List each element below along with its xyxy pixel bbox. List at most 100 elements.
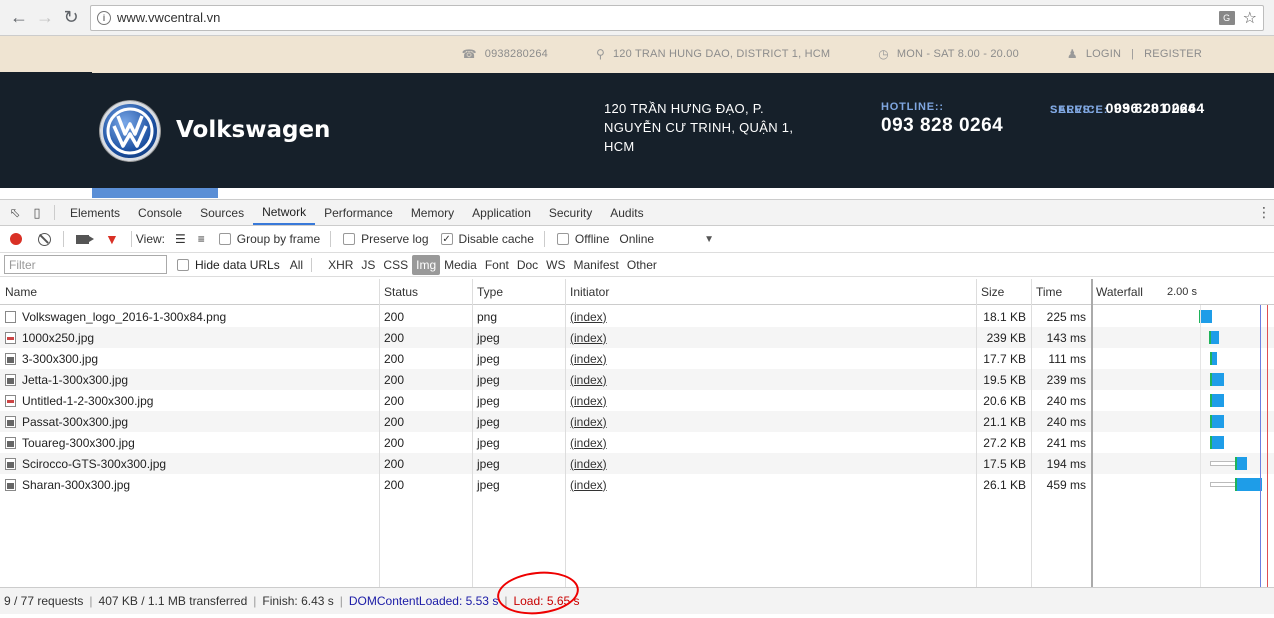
cell-initiator[interactable]: (index) <box>565 411 976 432</box>
clock-icon: ◷ <box>878 47 889 61</box>
checkmark-icon[interactable]: ✓ <box>440 233 453 245</box>
cell-initiator[interactable]: (index) <box>565 327 976 348</box>
cell-name[interactable]: Untitled-1-2-300x300.jpg <box>0 390 378 411</box>
tab-security[interactable]: Security <box>540 200 601 225</box>
type-filter-other[interactable]: Other <box>623 255 661 275</box>
screenshot-icon[interactable] <box>76 234 94 244</box>
tab-audits[interactable]: Audits <box>601 200 652 225</box>
cell-status: 200 <box>384 456 405 471</box>
col-type[interactable]: Type <box>472 279 503 305</box>
dcl-marker <box>1260 305 1261 587</box>
cell-initiator[interactable]: (index) <box>565 432 976 453</box>
hide-data-urls-checkbox[interactable]: Hide data URLs <box>177 258 280 272</box>
info-icon[interactable]: i <box>97 10 111 25</box>
cell-type: jpeg <box>477 477 500 492</box>
table-row[interactable]: Touareg-300x300.jpg 200 jpeg (index) 27.2 KB… <box>0 432 1274 453</box>
col-status[interactable]: Status <box>379 279 418 305</box>
tab-sources[interactable]: Sources <box>191 200 253 225</box>
table-row[interactable]: Untitled-1-2-300x300.jpg 200 jpeg (index) 20… <box>0 390 1274 411</box>
cell-status: 200 <box>384 372 405 387</box>
cell-name[interactable]: 1000x250.jpg <box>0 327 378 348</box>
cell-name[interactable]: Sharan-300x300.jpg <box>0 474 378 495</box>
type-filter-manifest[interactable]: Manifest <box>570 255 623 275</box>
offline-checkbox[interactable]: Offline <box>556 232 609 246</box>
cell-time: 111 ms <box>1048 351 1086 366</box>
type-filter-img[interactable]: Img <box>412 254 441 275</box>
tab-application[interactable]: Application <box>463 200 540 225</box>
cell-name[interactable]: 3-300x300.jpg <box>0 348 378 369</box>
col-initiator[interactable]: Initiator <box>565 279 609 305</box>
table-row[interactable]: Passat-300x300.jpg 200 jpeg (index) 21.1 KB 2… <box>0 411 1274 432</box>
table-row[interactable]: 1000x250.jpg 200 jpeg (index) 239 KB 143 ms <box>0 327 1274 348</box>
bookmark-star-icon[interactable]: ☆ <box>1243 8 1257 28</box>
filter-icon[interactable]: ▼ <box>105 231 119 247</box>
tab-performance[interactable]: Performance <box>315 200 402 225</box>
cell-name[interactable]: Passat-300x300.jpg <box>0 411 378 432</box>
table-row[interactable]: 3-300x300.jpg 200 jpeg (index) 17.7 KB 111 ms <box>0 348 1274 369</box>
requests-table: Name Status Type Initiator Size Time Wat… <box>0 279 1274 587</box>
table-row[interactable]: Volkswagen_logo_2016-1-300x84.png 200 png (… <box>0 306 1274 327</box>
tab-network[interactable]: Network <box>253 200 316 225</box>
cell-name[interactable]: Volkswagen_logo_2016-1-300x84.png <box>0 306 378 327</box>
col-time[interactable]: Time <box>1031 279 1062 305</box>
cell-initiator[interactable]: (index) <box>565 390 976 411</box>
cell-initiator[interactable]: (index) <box>565 474 976 495</box>
throttle-select[interactable]: Online <box>619 232 654 246</box>
table-row[interactable]: Jetta-1-300x300.jpg 200 jpeg (index) 19.5 KB… <box>0 369 1274 390</box>
cell-initiator[interactable]: (index) <box>565 306 976 327</box>
tab-console[interactable]: Console <box>129 200 191 225</box>
cell-name[interactable]: Jetta-1-300x300.jpg <box>0 369 378 390</box>
cell-time: 194 ms <box>1046 456 1086 471</box>
cell-initiator[interactable]: (index) <box>565 369 976 390</box>
record-icon[interactable] <box>10 233 22 245</box>
tab-elements[interactable]: Elements <box>61 200 129 225</box>
type-filter-media[interactable]: Media <box>440 255 481 275</box>
back-button[interactable]: ← <box>6 5 32 31</box>
preserve-log-checkbox[interactable]: Preserve log <box>343 232 429 246</box>
large-rows-icon[interactable]: ☰ <box>175 232 186 246</box>
tab-memory[interactable]: Memory <box>402 200 463 225</box>
type-filter-css[interactable]: CSS <box>379 255 412 275</box>
cell-name[interactable]: Scirocco-GTS-300x300.jpg <box>0 453 378 474</box>
chevron-down-icon[interactable]: ▼ <box>704 234 714 245</box>
table-row[interactable]: Scirocco-GTS-300x300.jpg 200 jpeg (index) 17… <box>0 453 1274 474</box>
cell-initiator[interactable]: (index) <box>565 348 976 369</box>
cell-time: 241 ms <box>1046 435 1086 450</box>
hotline-number[interactable]: 093 828 0264 <box>881 115 1003 137</box>
overview-icon[interactable]: ≡ <box>198 232 205 246</box>
cell-time: 225 ms <box>1046 309 1086 324</box>
type-filter-doc[interactable]: Doc <box>513 255 542 275</box>
cell-name[interactable]: Touareg-300x300.jpg <box>0 432 378 453</box>
url-text[interactable]: www.vwcentral.vn <box>117 10 1219 25</box>
col-waterfall[interactable]: Waterfall <box>1091 279 1143 305</box>
col-size[interactable]: Size <box>976 279 1004 305</box>
vw-logo[interactable] <box>100 101 160 161</box>
type-filter-xhr[interactable]: XHR <box>324 255 357 275</box>
sales-number[interactable]: 093 828 0264 <box>1106 100 1196 116</box>
register-link[interactable]: REGISTER <box>1144 48 1202 60</box>
more-menu-icon[interactable]: ⋮ <box>1254 200 1274 225</box>
type-filter-ws[interactable]: WS <box>542 255 569 275</box>
network-summary: 9 / 77 requests | 407 KB / 1.1 MB transfe… <box>0 587 1274 614</box>
group-by-frame-checkbox[interactable]: Group by frame <box>218 232 320 246</box>
type-filter-all[interactable]: All <box>286 255 307 275</box>
type-filter-js[interactable]: JS <box>357 255 379 275</box>
login-link[interactable]: LOGIN <box>1086 48 1121 60</box>
filter-input[interactable]: Filter <box>4 255 167 274</box>
forward-button[interactable]: → <box>32 5 58 31</box>
dcl-time: DOMContentLoaded: 5.53 s <box>348 594 499 608</box>
table-row[interactable]: Sharan-300x300.jpg 200 jpeg (index) 26.1 KB 4… <box>0 474 1274 495</box>
address-bar[interactable]: i www.vwcentral.vn G ☆ <box>90 4 1264 31</box>
disable-cache-checkbox[interactable]: ✓ Disable cache <box>440 232 534 246</box>
reload-button[interactable]: ↻ <box>58 5 84 31</box>
translate-icon[interactable]: G <box>1218 10 1235 25</box>
type-filter-font[interactable]: Font <box>481 255 513 275</box>
cell-initiator[interactable]: (index) <box>565 453 976 474</box>
inspect-icon[interactable]: ⬁ <box>4 200 26 225</box>
waterfall-download-bar <box>1237 457 1247 470</box>
brand-name[interactable]: Volkswagen <box>176 117 330 143</box>
topbar-phone[interactable]: 0938280264 <box>485 48 548 60</box>
clear-icon[interactable] <box>38 232 51 246</box>
col-name[interactable]: Name <box>0 279 37 305</box>
device-toolbar-icon[interactable]: ▯ <box>26 200 48 225</box>
